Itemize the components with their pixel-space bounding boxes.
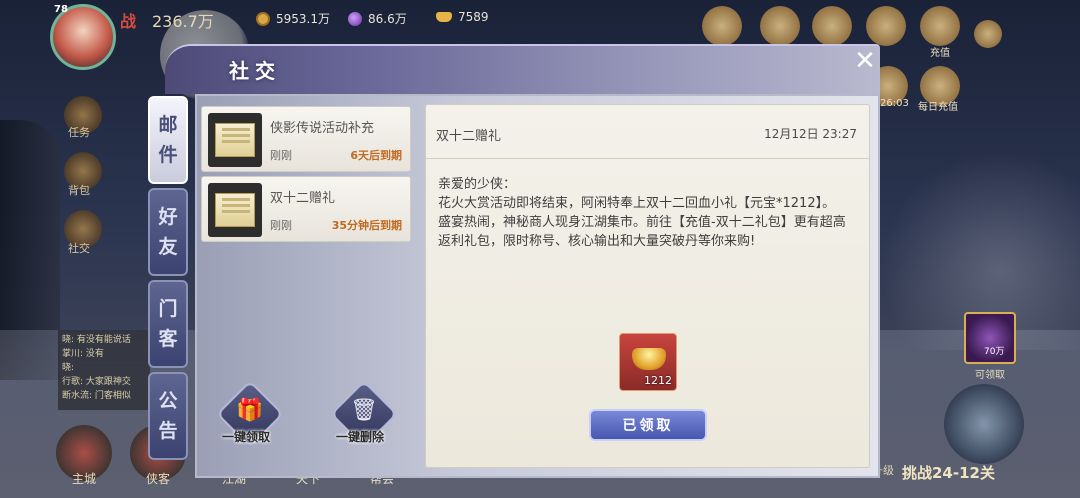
claim-all-label: 一键领取: [222, 430, 271, 444]
mail-expiry: 35分钟后到期: [331, 219, 402, 232]
power-icon: 战: [120, 12, 137, 31]
mail-title: 侠影传说活动补充: [270, 121, 375, 136]
event-timer: 26:03: [880, 98, 909, 109]
ingot-amount: 7589: [458, 10, 489, 24]
tab-announcements-label-2: 告: [158, 420, 178, 442]
player-level: 78: [54, 4, 68, 15]
character-icon[interactable]: [702, 6, 742, 46]
social-label: 社交: [68, 242, 90, 255]
claimable-label: 可领取: [975, 370, 1005, 381]
close-icon[interactable]: ✕: [850, 48, 880, 78]
mail-detail-title: 双十二赠礼: [436, 129, 502, 144]
coin-resource: 5953.1万: [256, 10, 330, 27]
claimed-label: 已领取: [622, 418, 674, 434]
modal-title: 社交: [229, 58, 281, 83]
mail-list-item[interactable]: 侠影传说活动补充 刚刚 6天后到期: [201, 106, 411, 172]
bottom-label: 侠客: [146, 472, 171, 486]
coin-icon: [256, 11, 270, 26]
mail-detail-body: 亲爱的少侠： 花火大赏活动即将结束，阿闲特奉上双十二回血小礼【元宝*1212】。…: [438, 175, 858, 251]
stage-progress: 挑战24-12关: [902, 464, 995, 482]
gem-resource: 86.6万: [348, 10, 407, 27]
gold-ingot-icon: [632, 348, 666, 370]
pavilion-icon[interactable]: [866, 6, 906, 46]
recharge-label: 充值: [930, 48, 950, 59]
claimed-button[interactable]: 已领取: [589, 409, 707, 441]
chat-box[interactable]: 晓: 有没有能说话 掌川: 没有 晓: 行歌: 大家跟神交 断水流: 门客相似: [58, 330, 150, 410]
chat-line: 断水流: 门客相似: [62, 391, 131, 401]
mail-envelope-icon: [208, 113, 262, 167]
tab-mail-label-2: 件: [158, 144, 178, 166]
bag-label: 背包: [68, 184, 90, 197]
ingot-resource: 7589: [436, 10, 489, 24]
tab-mail[interactable]: 邮 件: [148, 96, 188, 184]
event-icon[interactable]: [760, 6, 800, 46]
chat-line: 晓:: [62, 363, 75, 373]
delete-all-label: 一键删除: [336, 430, 385, 444]
mail-paragraph: 花火大赏活动即将结束，阿闲特奉上双十二回血小礼【元宝*1212】。: [438, 196, 836, 211]
tab-retainers[interactable]: 门 客: [148, 280, 188, 368]
menu-icon[interactable]: [974, 20, 1002, 48]
challenge-swords-icon[interactable]: [944, 384, 1024, 464]
daily-recharge-label: 每日充值: [918, 102, 958, 113]
task-label: 任务: [68, 126, 90, 139]
combat-power: 236.7万: [152, 12, 214, 31]
tab-retainers-label-1: 门: [158, 298, 178, 320]
ingot-icon: [436, 12, 452, 22]
bottom-label: 主城: [72, 472, 97, 486]
reward-quantity: 1212: [644, 374, 672, 387]
tab-mail-label-1: 邮: [158, 114, 178, 136]
tab-friends-label-2: 友: [158, 236, 178, 258]
gem-amount: 86.6万: [368, 12, 407, 26]
recharge-icon[interactable]: [920, 6, 960, 46]
mail-title: 双十二赠礼: [270, 191, 336, 206]
tab-announcements-label-1: 公: [158, 390, 178, 412]
chat-line: 晓: 有没有能说话: [62, 335, 131, 345]
mail-envelope-icon: [208, 183, 262, 237]
tab-retainers-label-2: 客: [158, 328, 178, 350]
chat-line: 掌川: 没有: [62, 349, 104, 359]
tab-friends-label-1: 好: [158, 206, 178, 228]
tab-announcements[interactable]: 公 告: [148, 372, 188, 460]
mail-detail-header: 双十二赠礼 12月12日 23:27: [426, 105, 869, 159]
reward-item-ingot[interactable]: 1212: [619, 333, 677, 391]
mail-detail-date: 12月12日 23:27: [764, 127, 857, 141]
coin-amount: 5953.1万: [276, 12, 330, 26]
mail-list-item-selected[interactable]: 双十二赠礼 刚刚 35分钟后到期: [201, 176, 411, 242]
mail-time: 刚刚: [270, 219, 292, 232]
chat-line: 行歌: 大家跟神交: [62, 377, 131, 387]
reward-item-value: 70万: [984, 347, 1005, 357]
mail-greeting: 亲爱的少侠：: [438, 177, 517, 192]
tab-friends[interactable]: 好 友: [148, 188, 188, 276]
mail-expiry: 6天后到期: [350, 149, 402, 162]
mail-detail-panel: 双十二赠礼 12月12日 23:27 亲爱的少侠： 花火大赏活动即将结束，阿闲特…: [425, 104, 870, 468]
mail-time: 刚刚: [270, 149, 292, 162]
modal-title-banner: 社交: [200, 44, 310, 94]
gift-icon[interactable]: [812, 6, 852, 46]
mail-paragraph: 盛宴热闹，神秘商人现身江湖集市。前往【充值-双十二礼包】更有超高返利礼包，限时称…: [438, 215, 846, 249]
gem-icon: [348, 11, 362, 26]
